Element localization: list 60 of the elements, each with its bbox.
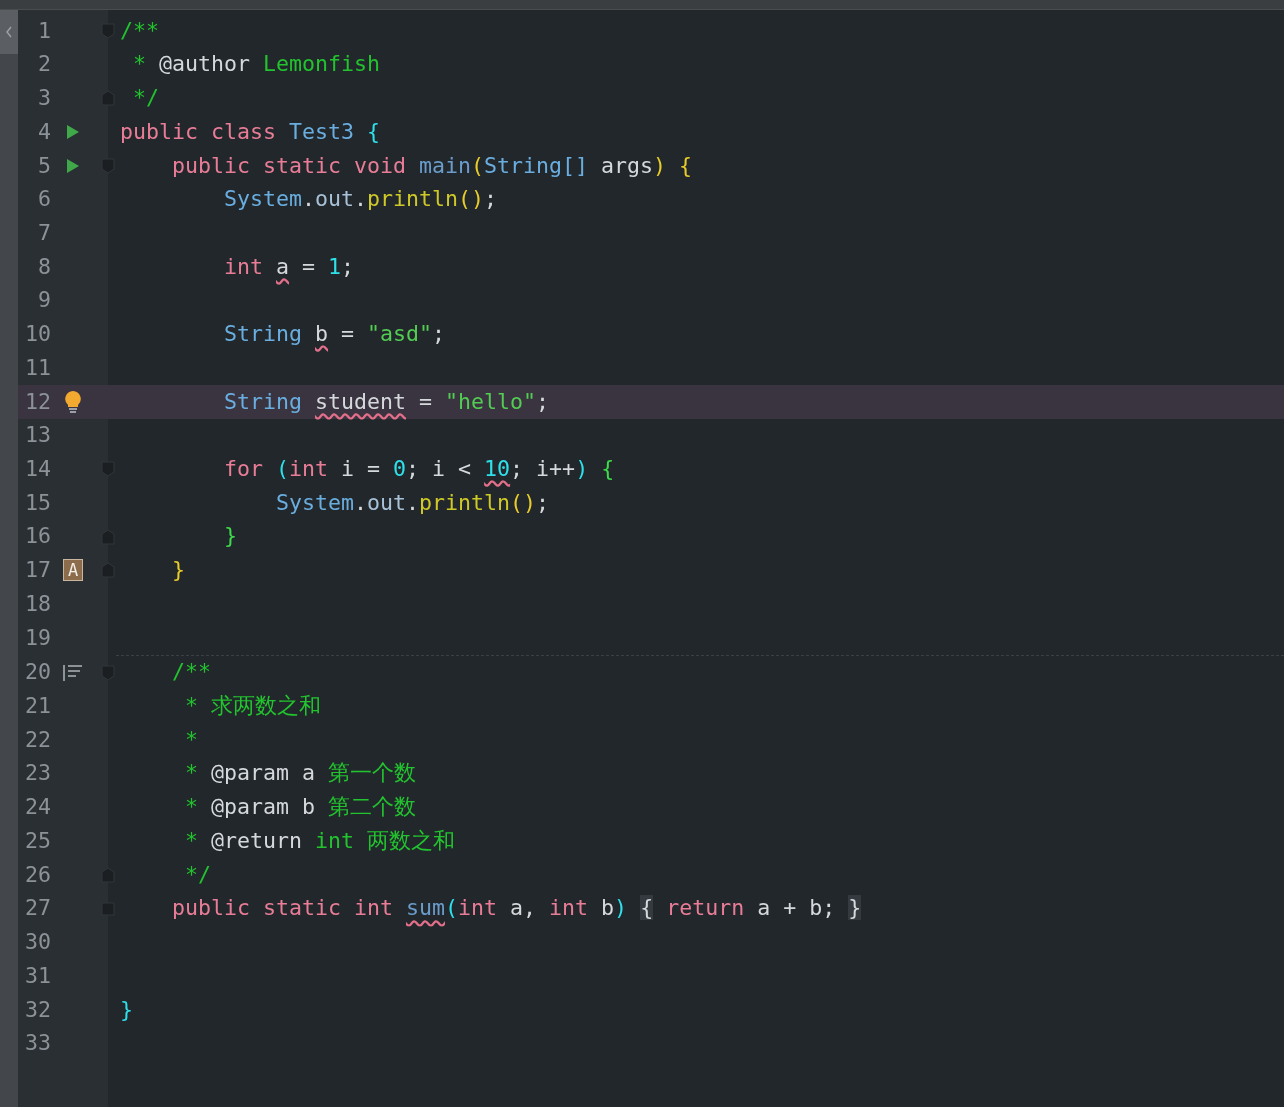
code-line: */ bbox=[184, 860, 211, 889]
code-line: * @param a 第一个数 bbox=[184, 759, 417, 788]
line-number: 4 bbox=[37, 117, 51, 146]
code-line: public class Test3 { bbox=[120, 117, 381, 146]
line-number: 14 bbox=[24, 455, 51, 483]
code-line: int a = 1; bbox=[223, 252, 355, 281]
code-line: public static void main(String[] args) { bbox=[171, 151, 693, 180]
code-line: String student = "hello"; bbox=[223, 387, 550, 416]
line-number: 12 bbox=[24, 387, 51, 416]
line-number: 19 bbox=[24, 623, 51, 652]
line-number: 30 bbox=[24, 928, 51, 957]
line-number: 33 bbox=[24, 1029, 51, 1058]
line-number: 31 bbox=[24, 961, 51, 990]
line-number: 5 bbox=[37, 151, 51, 180]
code-line: String b = "asd"; bbox=[223, 320, 446, 349]
line-number: 20 bbox=[24, 658, 51, 687]
line-number: 25 bbox=[24, 826, 51, 855]
line-number: 8 bbox=[37, 252, 51, 281]
code-line: * bbox=[184, 725, 198, 754]
run-icon[interactable] bbox=[66, 157, 80, 174]
code-line: */ bbox=[132, 84, 159, 113]
line-number: 15 bbox=[24, 488, 51, 517]
line-number: 10 bbox=[24, 320, 51, 349]
line-number: 3 bbox=[37, 84, 51, 113]
code-line: for (int i = 0; i < 10; i++) { bbox=[223, 455, 615, 483]
line-number: 16 bbox=[24, 522, 51, 551]
line-number: 26 bbox=[24, 860, 51, 889]
annotation-badge[interactable]: A bbox=[63, 559, 83, 582]
line-number: 23 bbox=[24, 759, 51, 788]
line-number: 18 bbox=[24, 589, 51, 618]
doc-comment-icon[interactable] bbox=[63, 663, 83, 682]
line-number: 27 bbox=[24, 894, 51, 923]
line-number: 9 bbox=[37, 286, 51, 315]
run-icon[interactable] bbox=[66, 124, 80, 140]
line-number: 1 bbox=[37, 16, 51, 45]
code-line: public static int sum(int a, int b) { return a + b; } bbox=[171, 894, 862, 923]
line-number: 11 bbox=[24, 353, 51, 382]
code-line: * 求两数之和 bbox=[184, 692, 321, 721]
line-number: 24 bbox=[24, 793, 51, 822]
collapse-tab[interactable] bbox=[0, 10, 18, 54]
line-number: 22 bbox=[24, 725, 51, 754]
line-number: 7 bbox=[37, 218, 51, 247]
line-number: 13 bbox=[24, 421, 51, 450]
chevron-left-icon bbox=[5, 26, 13, 38]
code-line: /** bbox=[171, 658, 211, 687]
code-line: * @param b 第二个数 bbox=[184, 793, 417, 822]
line-number: 2 bbox=[37, 50, 51, 79]
code-line: } bbox=[171, 556, 185, 585]
code-line: System.out.println(); bbox=[275, 488, 550, 517]
code-line: * @return int 两数之和 bbox=[184, 826, 456, 855]
lightbulb-icon[interactable] bbox=[64, 389, 82, 414]
code-line: System.out.println(); bbox=[223, 185, 498, 214]
line-number: 6 bbox=[37, 185, 51, 214]
code-line: } bbox=[223, 522, 237, 551]
line-number: 17 bbox=[24, 556, 51, 585]
code-line: /** bbox=[120, 16, 159, 45]
code-line: * @author Lemonfish bbox=[132, 50, 381, 79]
line-number: 32 bbox=[24, 995, 51, 1024]
code-line: } bbox=[120, 995, 133, 1024]
line-number: 21 bbox=[24, 692, 51, 721]
